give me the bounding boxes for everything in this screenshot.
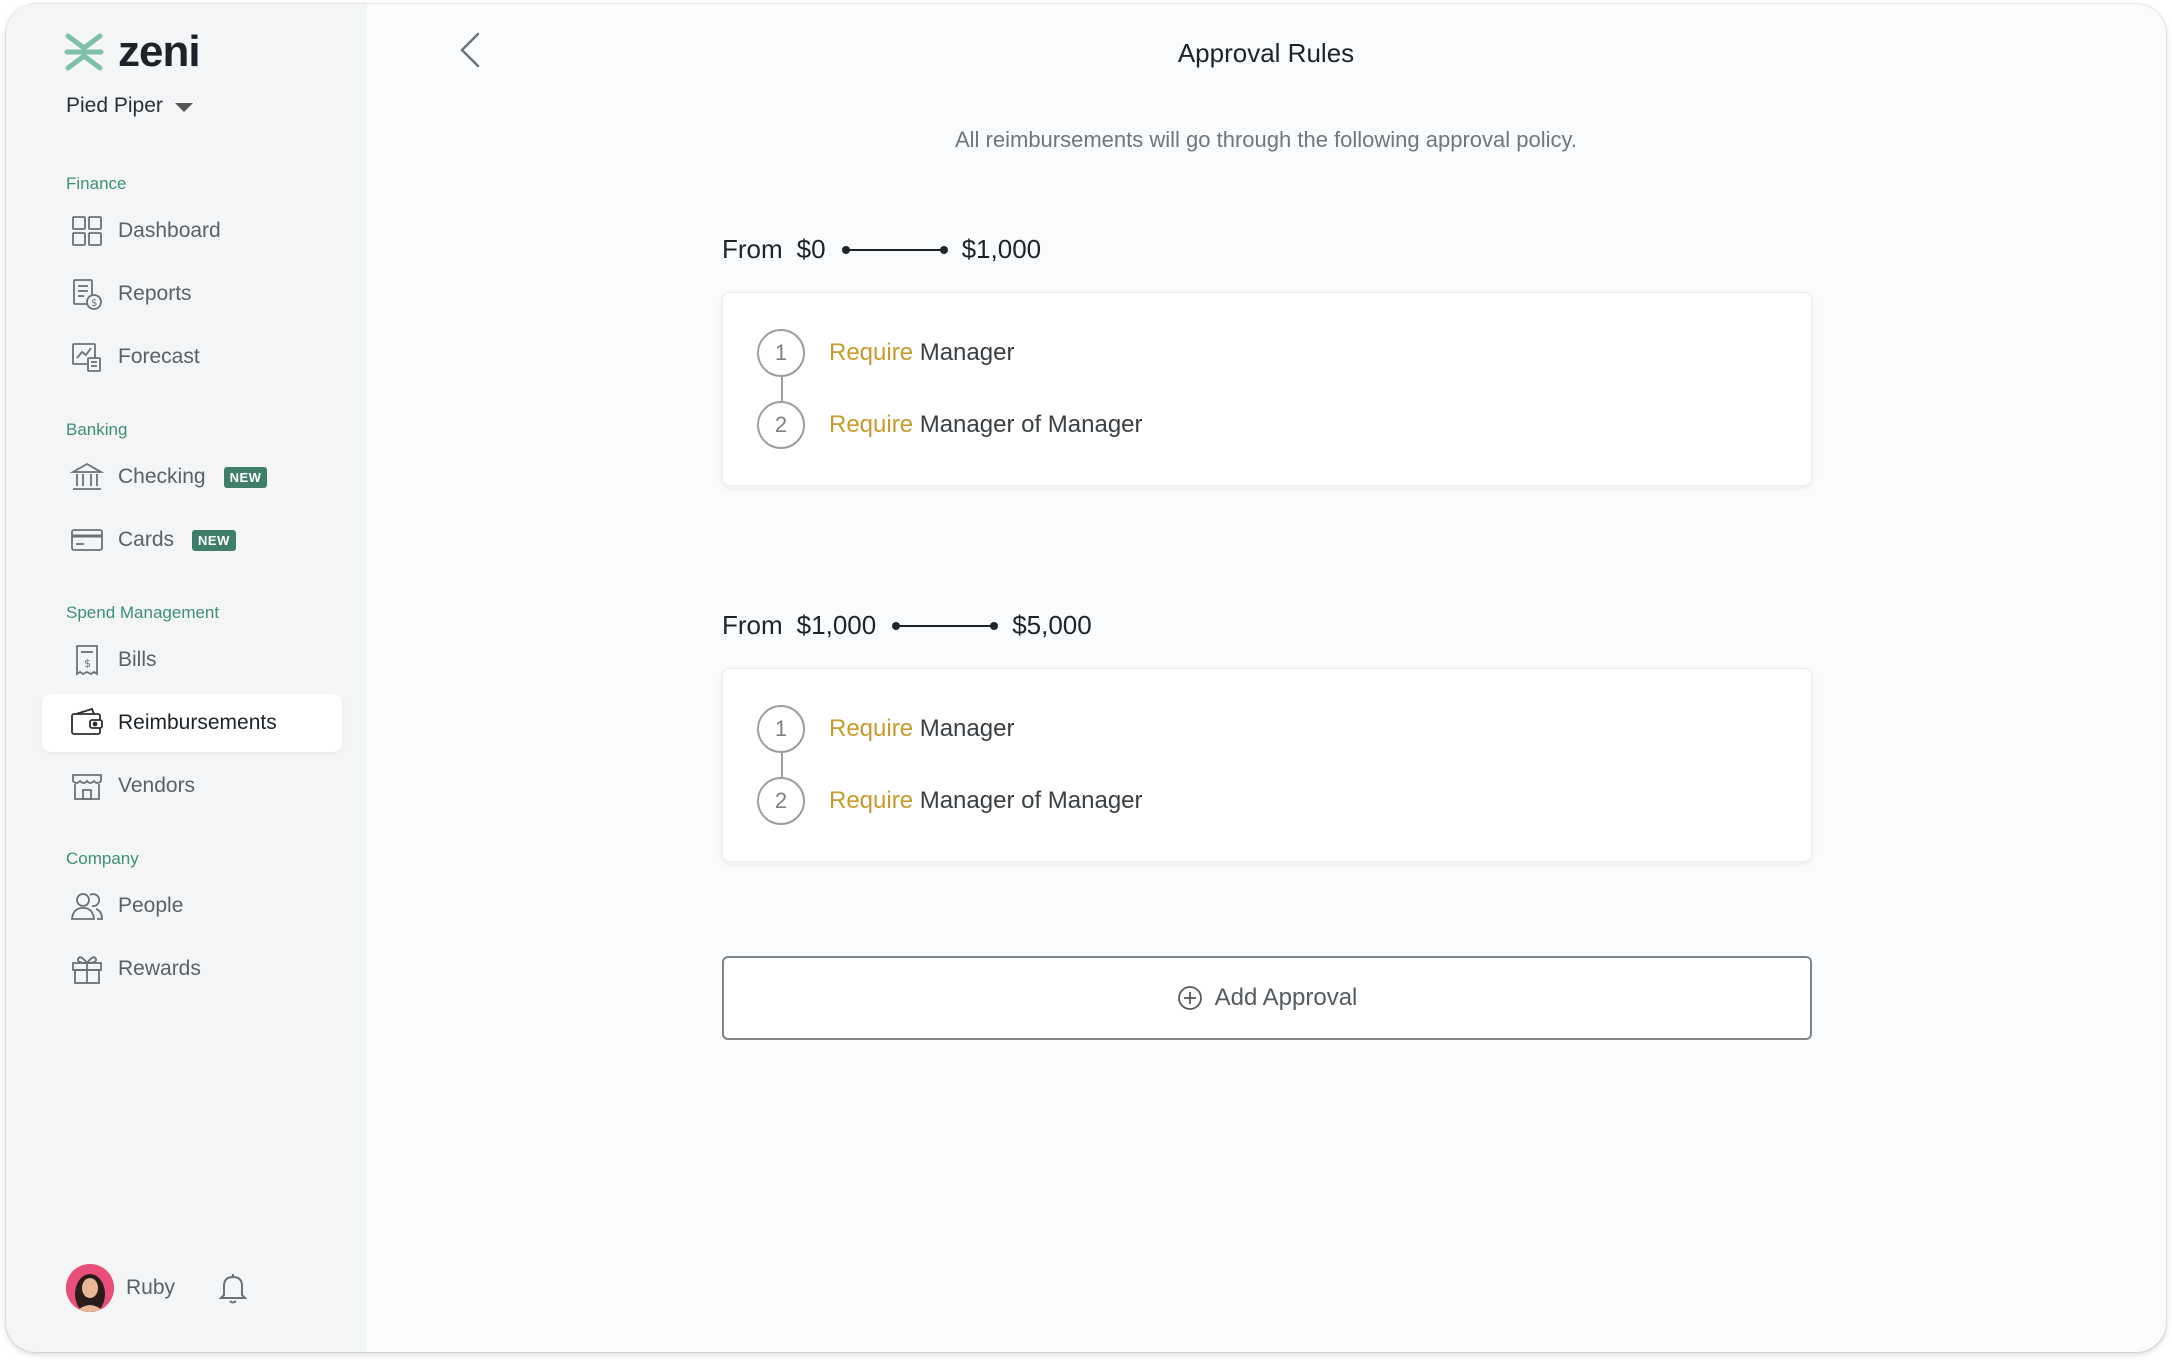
add-approval-label: Add Approval (1214, 984, 1358, 1011)
rule-range-header: From $0 $1,000 (722, 234, 1041, 265)
approval-step: 2 Require Manager of Manager (757, 777, 1143, 825)
logo-text: zeni (118, 27, 201, 76)
range-to-value: $5,000 (1012, 610, 1092, 640)
step-number: 2 (757, 401, 805, 449)
user-name: Ruby (126, 1276, 176, 1299)
sidebar-item-reimbursements[interactable]: Reimbursements (42, 694, 342, 752)
section-label-finance: Finance (66, 174, 127, 193)
rule-range-header: From $1,000 $5,000 (722, 610, 1092, 641)
approval-step: 1 Require Manager (757, 329, 1014, 377)
sidebar-item-label: Cards (118, 528, 175, 551)
approval-rule-card[interactable]: 1 Require Manager 2 Require Manager of M… (722, 292, 1812, 486)
avatar (66, 1264, 114, 1312)
range-from-label: From (722, 234, 783, 264)
people-icon (71, 893, 103, 920)
step-approver: Manager of Manager (919, 787, 1143, 814)
page-subtitle: All reimbursements will go through the f… (954, 127, 1577, 152)
step-connector (781, 753, 783, 777)
plus-circle-icon (1177, 986, 1202, 1010)
svg-text:$: $ (91, 298, 97, 309)
section-label-spend-management: Spend Management (66, 603, 220, 622)
new-badge: NEW (192, 529, 236, 551)
page-title: Approval Rules (1177, 38, 1355, 68)
zeni-logo-icon (64, 33, 104, 71)
step-action: Require (829, 787, 914, 814)
bill-icon: $ (76, 645, 98, 676)
sidebar-item-label: Rewards (118, 957, 201, 980)
sidebar-item-reports[interactable]: $ Reports (42, 265, 342, 323)
caret-down-icon (174, 102, 193, 112)
range-from-value: $0 (796, 234, 826, 264)
sidebar-item-label: Reports (118, 282, 192, 305)
sidebar-item-label: Vendors (118, 774, 196, 797)
sidebar-item-vendors[interactable]: Vendors (42, 757, 342, 815)
sidebar-item-label: Forecast (118, 345, 200, 368)
sidebar-item-rewards[interactable]: Rewards (42, 940, 342, 998)
new-badge: NEW (223, 466, 268, 488)
store-icon (72, 774, 102, 800)
sidebar: zeni Pied Piper Finance Dashboard $ Repo… (6, 4, 366, 1352)
step-number: 1 (757, 329, 805, 377)
step-approver: Manager (919, 339, 1015, 366)
step-action: Require (829, 715, 914, 742)
section-label-banking: Banking (66, 420, 128, 439)
user-menu[interactable]: Ruby (66, 1264, 251, 1312)
step-action: Require (829, 411, 914, 438)
step-approver: Manager of Manager (919, 411, 1143, 438)
logo[interactable]: zeni (64, 27, 201, 76)
sidebar-item-people[interactable]: People (42, 877, 342, 935)
step-number: 1 (757, 705, 805, 753)
svg-text:$: $ (84, 657, 91, 670)
range-from-label: From (722, 610, 783, 640)
step-approver: Manager (919, 715, 1015, 742)
range-to-value: $1,000 (961, 234, 1042, 264)
sidebar-item-bills[interactable]: $ Bills (42, 631, 342, 689)
step-action: Require (829, 339, 914, 366)
avatar-photo (66, 1264, 114, 1312)
step-connector (781, 377, 783, 401)
sidebar-item-label: Bills (118, 648, 157, 671)
approval-rule-card[interactable]: 1 Require Manager 2 Require Manager of M… (722, 668, 1812, 862)
reports-icon: $ (73, 279, 102, 310)
card-icon (71, 529, 103, 551)
forecast-icon (72, 343, 101, 372)
app-window: zeni Pied Piper Finance Dashboard $ Repo… (6, 4, 2166, 1352)
range-from-value: $1,000 (796, 610, 877, 640)
bell-icon[interactable] (215, 1270, 251, 1306)
org-switcher[interactable]: Pied Piper (66, 94, 193, 118)
bank-icon (70, 462, 104, 490)
dashboard-icon (72, 216, 102, 246)
sidebar-item-dashboard[interactable]: Dashboard (42, 202, 342, 260)
sidebar-item-cards[interactable]: Cards NEW (42, 511, 342, 569)
approval-step: 1 Require Manager (757, 705, 1014, 753)
add-approval-button[interactable]: Add Approval (722, 956, 1812, 1040)
range-connector (841, 244, 948, 256)
sidebar-item-label: Checking (118, 465, 206, 488)
approval-step: 2 Require Manager of Manager (757, 401, 1143, 449)
sidebar-item-label: Reimbursements (118, 711, 277, 734)
sidebar-item-forecast[interactable]: Forecast (42, 328, 342, 386)
section-label-company: Company (66, 849, 139, 868)
sidebar-item-label: Dashboard (118, 219, 221, 242)
step-number: 2 (757, 777, 805, 825)
gift-icon (72, 956, 102, 984)
sidebar-item-label: People (118, 894, 184, 917)
sidebar-item-checking[interactable]: Checking NEW (42, 448, 342, 506)
wallet-icon (71, 707, 103, 735)
org-name: Pied Piper (66, 94, 163, 117)
range-connector (892, 620, 999, 632)
